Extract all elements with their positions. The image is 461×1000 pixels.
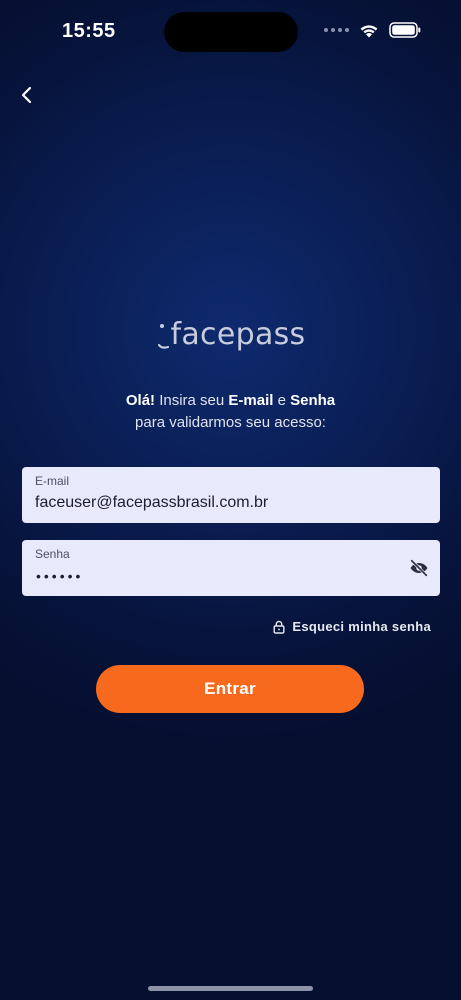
signal-icon: [324, 28, 349, 32]
greeting-line-1: Olá! Insira seu E-mail e Senha: [0, 390, 461, 412]
toggle-password-visibility-button[interactable]: [408, 557, 430, 579]
logo-text: facepass: [170, 316, 306, 352]
status-time: 15:55: [62, 20, 116, 42]
status-bar: 15:55: [0, 0, 461, 62]
greeting-text: Olá! Insira seu E-mail e Senha para vali…: [0, 390, 461, 434]
lock-icon: [273, 620, 285, 634]
status-indicators: [324, 22, 421, 38]
forgot-password-label: Esqueci minha senha: [292, 619, 431, 634]
facepass-logo: facepass: [0, 312, 461, 356]
greeting-conj: e: [273, 392, 291, 409]
dynamic-island: [164, 12, 298, 52]
email-input[interactable]: faceuser@facepassbrasil.com.br: [35, 494, 390, 512]
chevron-left-icon: [21, 86, 32, 104]
greeting-password-word: Senha: [290, 392, 336, 409]
battery-icon: [389, 22, 421, 38]
eye-off-icon: [410, 559, 428, 577]
greeting-line-2: para validarmos seu acesso:: [135, 414, 326, 431]
greeting-email-word: E-mail: [228, 392, 274, 409]
forgot-password-link[interactable]: Esqueci minha senha: [273, 619, 431, 634]
greeting-hello: Olá!: [125, 392, 156, 409]
wifi-icon: [360, 24, 378, 37]
email-field-label: E-mail: [35, 474, 70, 488]
greeting-part1: Insira seu: [155, 392, 229, 409]
password-input[interactable]: ••••••: [36, 568, 83, 584]
enter-button-label: Entrar: [204, 679, 256, 698]
enter-button[interactable]: Entrar: [96, 665, 364, 713]
logo-smile-icon: [157, 324, 169, 349]
home-indicator[interactable]: [148, 986, 313, 991]
password-field[interactable]: Senha ••••••: [22, 540, 440, 596]
email-field[interactable]: E-mail faceuser@facepassbrasil.com.br: [22, 467, 440, 523]
back-button[interactable]: [12, 80, 42, 110]
password-field-label: Senha: [35, 547, 70, 561]
